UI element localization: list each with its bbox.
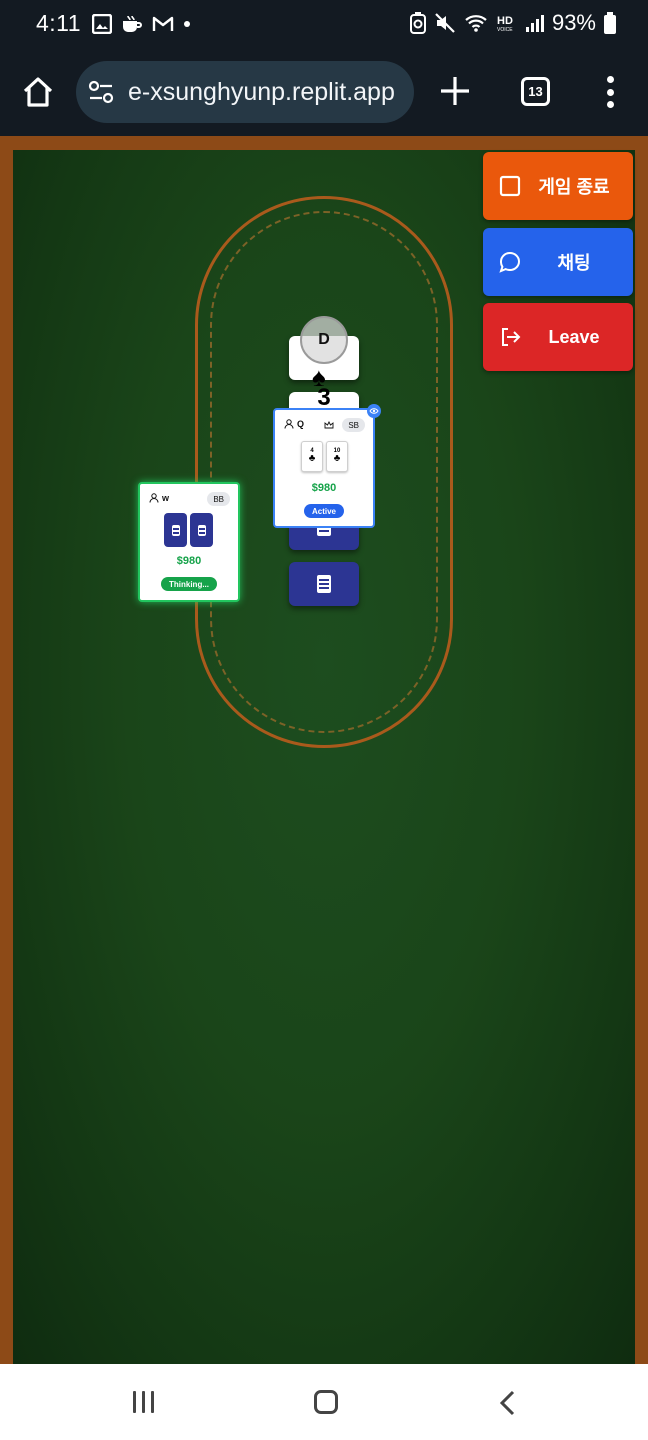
leave-button[interactable]: Leave: [483, 303, 633, 371]
player-name-text: w: [162, 493, 170, 503]
coffee-icon: [123, 15, 142, 32]
logout-icon: [502, 328, 521, 346]
site-settings-icon[interactable]: [88, 79, 114, 105]
card-back-icon: [317, 575, 331, 593]
battery-saver-icon: [409, 12, 426, 34]
more-menu-icon[interactable]: [600, 76, 620, 108]
navigation-bar: [0, 1364, 648, 1440]
wifi-icon: [465, 15, 487, 32]
hole-card: 4 ♣: [301, 441, 323, 472]
dot-icon: [184, 21, 190, 27]
tab-count: 13: [528, 84, 543, 99]
chat-button[interactable]: 채팅: [483, 228, 633, 296]
player-name: Q: [284, 419, 304, 429]
url-text: e-xsunghyunp.replit.app: [128, 77, 395, 106]
card-back: [289, 562, 359, 606]
player-chips: $980: [311, 482, 337, 494]
leave-label: Leave: [548, 326, 600, 347]
new-tab-icon[interactable]: [438, 74, 472, 108]
home-nav-icon[interactable]: [314, 1390, 338, 1414]
player-seat-q: Q SB 4 ♣ 10 ♣ $980 Active: [273, 404, 381, 528]
hole-card: 10 ♣: [326, 441, 348, 472]
home-icon[interactable]: [20, 74, 56, 110]
end-game-label: 게임 종료: [538, 177, 610, 197]
address-bar[interactable]: e-xsunghyunp.replit.app: [76, 61, 414, 123]
player-status-badge: Thinking...: [161, 577, 217, 591]
dealer-button: D: [300, 316, 348, 364]
back-icon[interactable]: [498, 1390, 518, 1416]
crown-icon: [324, 421, 334, 429]
player-status-badge: Active: [303, 504, 345, 518]
chat-bubble-icon: [499, 251, 520, 273]
status-right-icons: HD VOICE 93%: [409, 10, 616, 36]
battery-percent: 93%: [551, 10, 596, 35]
dealer-label: D: [318, 331, 330, 348]
card-back-icon: [171, 524, 180, 536]
end-game-button[interactable]: 게임 종료: [483, 152, 633, 220]
notification-icons: [92, 14, 191, 34]
player-name-text: Q: [297, 419, 305, 429]
browser-toolbar: e-xsunghyunp.replit.app 13: [0, 48, 648, 136]
tab-switcher-button[interactable]: 13: [521, 77, 550, 106]
player-chips: $980: [176, 555, 202, 567]
svg-text:HD: HD: [497, 15, 513, 27]
position-badge: SB: [342, 418, 365, 432]
recent-apps-icon[interactable]: [133, 1391, 154, 1413]
mute-icon: [435, 13, 455, 33]
image-icon: [92, 14, 112, 34]
gmail-icon: [152, 16, 174, 31]
chat-label: 채팅: [557, 253, 591, 273]
user-icon: [284, 419, 294, 429]
hole-card-back: [164, 513, 187, 547]
player-name: w: [149, 493, 169, 503]
position-badge: BB: [207, 492, 230, 506]
battery-icon: [604, 12, 616, 34]
hole-card-back: [190, 513, 213, 547]
user-icon: [149, 493, 159, 503]
signal-icon: [525, 15, 544, 32]
eye-icon: [367, 404, 381, 418]
player-seat-w: w BB $980 Thinking...: [138, 482, 240, 602]
game-frame: 게임 종료 채팅 Leave ♠ 3 D w BB $980 Thinking.…: [0, 136, 648, 1364]
hole-card-suit: ♣: [333, 453, 341, 464]
status-time: 4:11: [36, 10, 82, 36]
hole-card-suit: ♣: [308, 453, 316, 464]
poker-table-felt: 게임 종료 채팅 Leave ♠ 3 D w BB $980 Thinking.…: [13, 150, 635, 1364]
square-icon: [499, 175, 521, 197]
status-bar: 4:11 HD VOICE 93%: [0, 0, 648, 48]
card-back-icon: [197, 524, 206, 536]
svg-text:VOICE: VOICE: [497, 27, 513, 33]
screen: 4:11 HD VOICE 93% e-xsunghyunp.replit.app…: [0, 0, 648, 1440]
hd-voice-icon: HDVOICE: [497, 15, 513, 33]
